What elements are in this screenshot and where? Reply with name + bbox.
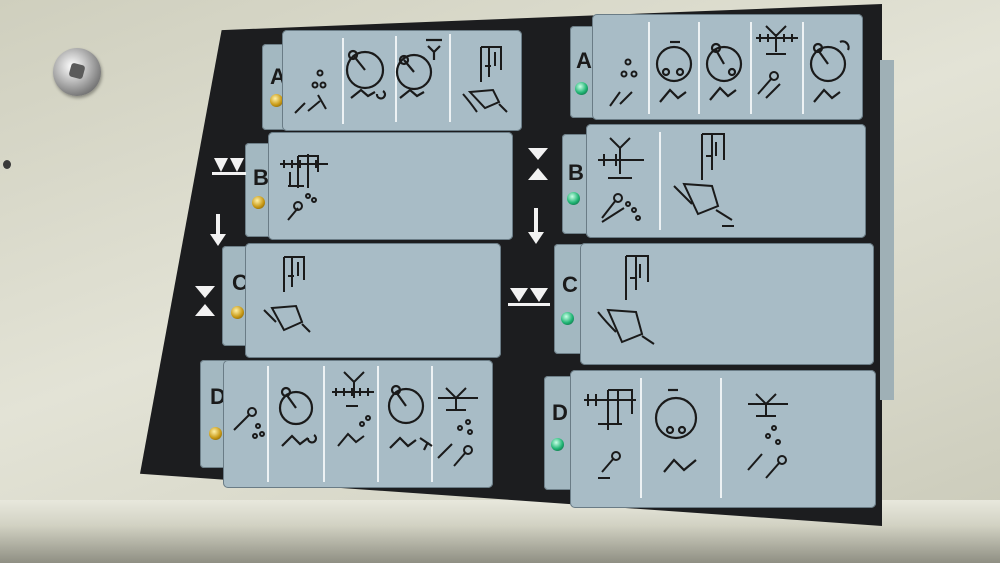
- right-row-a-letter: A: [576, 48, 592, 73]
- arrow-down-icon: [208, 214, 228, 253]
- right-row-d-letter: D: [552, 400, 568, 425]
- left-row-d-led: [209, 427, 222, 440]
- knee-lever-icon: [290, 65, 335, 120]
- presser-foot-icon: [258, 252, 316, 342]
- casing-hole: [3, 160, 11, 169]
- right-row-d-led: [551, 438, 564, 451]
- left-row-b-led: [252, 196, 265, 209]
- presser-foot-icon: [742, 384, 798, 484]
- split-arrows-icon: [212, 154, 248, 181]
- thread-spool-icon: [343, 40, 393, 105]
- presser-foot-icon: [670, 130, 746, 235]
- presser-foot-icon: [432, 378, 488, 473]
- join-arrows-icon: [526, 146, 550, 187]
- left-row-c-led: [231, 306, 244, 319]
- knee-lever-icon: [230, 392, 270, 452]
- right-row-c-letter: C: [562, 272, 578, 297]
- join-arrows-icon: [193, 284, 217, 323]
- needle-bar-icon: [278, 148, 330, 228]
- thread-spool-icon: [648, 380, 710, 485]
- panel-edge-stripe: [880, 60, 894, 400]
- thread-spool-icon: [702, 30, 750, 105]
- needle-bar-icon: [752, 22, 802, 104]
- left-row-b-letter: B: [253, 165, 269, 190]
- screw-icon: [53, 48, 101, 96]
- knee-lever-icon: [606, 52, 646, 112]
- right-row-c-led: [561, 312, 574, 325]
- needle-bar-icon: [392, 38, 444, 103]
- thread-spool-icon: [804, 30, 856, 105]
- thread-spool-icon: [272, 376, 324, 456]
- needle-bar-icon: [328, 368, 380, 458]
- needle-bar-icon: [594, 134, 654, 229]
- arrow-down-icon: [526, 208, 546, 251]
- right-row-b-letter: B: [568, 160, 584, 185]
- right-row-b-led: [567, 192, 580, 205]
- presser-foot-icon: [594, 250, 664, 350]
- right-row-a-led: [575, 82, 588, 95]
- thread-spool-icon: [652, 32, 700, 107]
- split-arrows-icon: [508, 284, 552, 313]
- needle-bar-icon: [582, 384, 642, 484]
- presser-foot-icon: [455, 42, 513, 117]
